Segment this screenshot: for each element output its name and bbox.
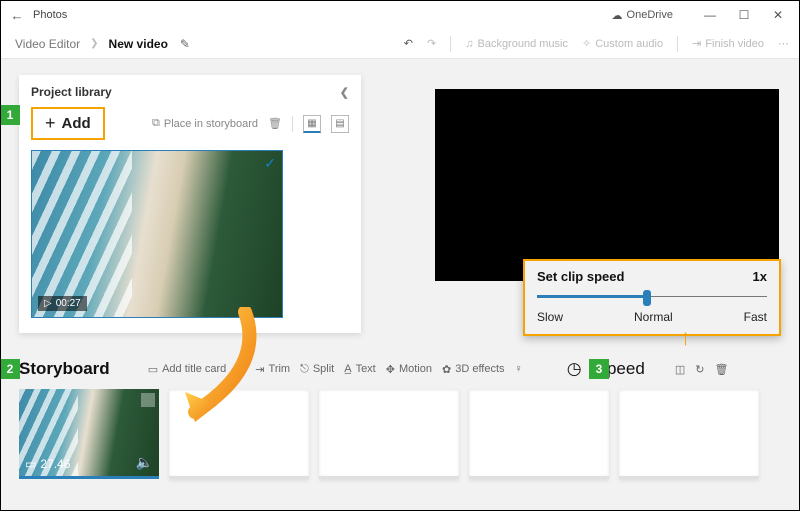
onedrive-label: OneDrive: [627, 9, 673, 21]
storyboard-title: Storyboard: [19, 359, 110, 379]
grid-large-button[interactable]: ▦: [303, 115, 321, 133]
place-in-storyboard-button[interactable]: ⧉ Place in storyboard: [152, 117, 258, 130]
music-icon: ♫: [465, 38, 473, 50]
export-icon: ⇥: [692, 37, 701, 50]
callout-3: 3: [589, 359, 609, 379]
audio-icon: 🔈: [136, 454, 153, 471]
add-label: Add: [62, 115, 91, 132]
finish-video-button[interactable]: ⇥Finish video: [692, 37, 764, 50]
speed-normal-label: Normal: [634, 310, 673, 324]
breadcrumb-bar: Video Editor ❯ New video ✎ ↶ ↷ ♫Backgrou…: [1, 29, 799, 59]
storyboard-toolbar: Storyboard ▭Add title card ⇥Trim ⎋Split …: [19, 355, 779, 383]
speed-slow-label: Slow: [537, 310, 563, 324]
speed-value: 1x: [753, 269, 767, 284]
divider: [450, 36, 451, 52]
divider: [292, 116, 293, 132]
slider-thumb[interactable]: [643, 290, 651, 306]
library-clip-thumbnail[interactable]: ✓ ▷ 00:27: [31, 150, 283, 318]
divider: [677, 36, 678, 52]
storyboard-slot[interactable]: [319, 389, 459, 479]
chevron-right-icon: ❯: [90, 38, 98, 49]
storyboard-slot[interactable]: [619, 389, 759, 479]
breadcrumb-parent[interactable]: Video Editor: [11, 35, 84, 53]
plus-icon: +: [45, 113, 56, 134]
callout-1: 1: [0, 105, 20, 125]
pencil-icon[interactable]: ✎: [180, 37, 190, 51]
speed-slider[interactable]: [537, 290, 767, 304]
frame-icon: ▭: [25, 457, 36, 471]
delete-clip-button[interactable]: 🗑: [714, 363, 728, 376]
clip-grip-icon: [141, 393, 155, 407]
storyboard-slot[interactable]: [169, 389, 309, 479]
undo-button[interactable]: ↶: [404, 37, 413, 50]
callout-2: 2: [0, 359, 20, 379]
storyboard-clip[interactable]: ▭27.46 🔈: [19, 389, 159, 479]
check-icon: ✓: [264, 155, 276, 172]
minimize-button[interactable]: —: [693, 8, 727, 22]
project-library-panel: Project library ❮ + Add ⧉ Place in story…: [19, 75, 361, 333]
redo-button[interactable]: ↷: [427, 37, 436, 50]
custom-audio-button[interactable]: ✧Custom audio: [582, 37, 663, 50]
main-area: 1 2 3 Project library ❮ + Add ⧉ Place in…: [1, 59, 799, 510]
clip-duration-badge: ▷ 00:27: [38, 296, 87, 311]
wand-icon: ✧: [582, 37, 591, 50]
split-icon: ⎋: [300, 363, 309, 376]
divider: [240, 361, 241, 377]
filters-button[interactable]: ♀: [515, 363, 523, 375]
sparkle-icon: ✿: [442, 363, 451, 376]
add-title-card-button[interactable]: ▭Add title card: [148, 363, 227, 376]
maximize-button[interactable]: ☐: [727, 8, 761, 22]
cloud-icon: ☁: [612, 9, 623, 22]
crop-button[interactable]: ◫: [675, 363, 685, 376]
more-button[interactable]: ⋯: [778, 37, 789, 50]
collapse-button[interactable]: ❮: [340, 86, 349, 99]
text-button[interactable]: A̲Text: [344, 363, 376, 375]
project-library-title: Project library: [31, 85, 112, 99]
background-music-button[interactable]: ♫Background music: [465, 38, 568, 50]
close-button[interactable]: ✕: [761, 8, 795, 22]
trim-icon: ⇥: [255, 363, 264, 376]
speed-fast-label: Fast: [744, 310, 767, 324]
storyboard-icon: ⧉: [152, 117, 160, 130]
app-title: Photos: [29, 9, 67, 21]
add-button[interactable]: + Add: [31, 107, 105, 140]
app-window: ← Photos ☁ OneDrive — ☐ ✕ Video Editor ❯…: [0, 0, 800, 511]
rotate-button[interactable]: ↻: [695, 363, 704, 376]
3d-effects-button[interactable]: ✿3D effects: [442, 363, 505, 376]
onedrive-button[interactable]: ☁ OneDrive: [612, 9, 673, 22]
text-icon: A̲: [344, 363, 351, 375]
split-button[interactable]: ⎋Split: [300, 363, 334, 376]
speed-icon: ◷: [567, 359, 582, 379]
back-button[interactable]: ←: [5, 8, 29, 23]
up-arrow-annotation: ↑: [680, 325, 691, 351]
trim-button[interactable]: ⇥Trim: [255, 363, 290, 376]
grid-small-button[interactable]: ▤: [331, 115, 349, 133]
speed-popup-title: Set clip speed: [537, 269, 624, 284]
clip-duration: ▭27.46: [25, 457, 70, 471]
video-preview[interactable]: [435, 89, 779, 281]
delete-button[interactable]: 🗑: [268, 117, 282, 130]
storyboard-slot[interactable]: [469, 389, 609, 479]
storyboard-track: ▭27.46 🔈: [19, 389, 779, 485]
play-icon: ▷: [44, 298, 52, 309]
title-bar: ← Photos ☁ OneDrive — ☐ ✕: [1, 1, 799, 29]
card-icon: ▭: [148, 363, 158, 376]
motion-icon: ✥: [386, 363, 395, 376]
motion-button[interactable]: ✥Motion: [386, 363, 432, 376]
breadcrumb-current[interactable]: New video: [105, 35, 172, 53]
speed-popup: Set clip speed 1x Slow Normal Fast: [523, 259, 781, 336]
